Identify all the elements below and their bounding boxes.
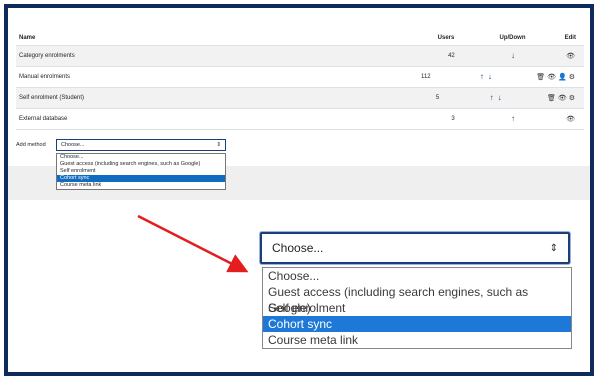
- updown-cell: ↑: [461, 115, 565, 123]
- method-users-count: 3: [451, 116, 455, 122]
- add-method-label: Add method: [16, 142, 46, 148]
- header-name: Name: [19, 34, 36, 41]
- trash-icon[interactable]: 🗑: [536, 74, 545, 81]
- option-choose[interactable]: Choose...: [57, 154, 225, 161]
- zoomed-add-method-select[interactable]: Choose... ⇕: [260, 232, 570, 264]
- updown-cell: ↑ ↓: [437, 73, 536, 81]
- select-caret-icon: ⇕: [549, 242, 558, 254]
- add-method-row: Add method: [16, 142, 50, 148]
- edit-cell: 👁: [565, 116, 584, 123]
- method-name: External database: [19, 116, 68, 122]
- edit-cell: 🗑 👁 ⚙: [546, 95, 584, 102]
- option-self-enrolment[interactable]: Self enrolment: [57, 168, 225, 175]
- table-row: Self enrolment (Student) 5 ↑ ↓ 🗑 👁 ⚙: [16, 88, 584, 109]
- table-row: Category enrolments 42 ↓ 👁: [16, 46, 584, 67]
- updown-cell: ↓: [461, 52, 565, 60]
- method-name: Category enrolments: [19, 53, 75, 59]
- trash-icon[interactable]: 🗑: [547, 95, 556, 102]
- option-guest-access-including-search-engines-such-as-google[interactable]: Guest access (including search engines, …: [57, 161, 225, 168]
- screenshot-frame: Name Users Up/Down Edit Category enrolme…: [4, 4, 594, 376]
- header-updown: Up/Down: [499, 34, 526, 41]
- edit-cell: 🗑 👁 👤 ⚙: [535, 74, 584, 81]
- option-course-meta-link[interactable]: Course meta link: [57, 182, 225, 189]
- add-method-select[interactable]: Choose... ⇕: [56, 139, 226, 151]
- updown-cell: ↑ ↓: [445, 94, 546, 102]
- table-header: Name Users Up/Down Edit: [16, 30, 584, 46]
- user-icon[interactable]: 👤: [558, 74, 567, 81]
- move-up-icon[interactable]: ↑: [490, 94, 494, 102]
- table-row: External database 3 ↑ 👁: [16, 109, 584, 130]
- eye-icon[interactable]: 👁: [566, 116, 575, 123]
- option-guest-access-including-search-engines-such-as-google[interactable]: Guest access (including search engines, …: [263, 284, 571, 315]
- enrolment-methods-table: Name Users Up/Down Edit Category enrolme…: [16, 30, 584, 130]
- method-name: Self enrolment (Student): [19, 95, 85, 101]
- option-cohort-sync[interactable]: Cohort sync: [57, 175, 225, 182]
- zoomed-add-method-options: Choose... Guest access (including search …: [262, 267, 572, 349]
- gear-icon[interactable]: ⚙: [569, 95, 575, 102]
- add-method-select-value: Choose...: [61, 142, 85, 148]
- eye-icon[interactable]: 👁: [547, 74, 556, 81]
- method-users-count: 5: [435, 95, 440, 101]
- header-edit: Edit: [564, 34, 576, 41]
- eye-icon[interactable]: 👁: [558, 95, 567, 102]
- eye-icon[interactable]: 👁: [566, 53, 575, 60]
- table-row: Manual enrolments 112 ↑ ↓ 🗑 👁 👤 ⚙: [16, 67, 584, 88]
- move-down-icon[interactable]: ↓: [498, 94, 502, 102]
- method-name: Manual enrolments: [19, 74, 71, 80]
- header-users: Users: [437, 34, 455, 41]
- gear-icon[interactable]: ⚙: [569, 74, 575, 81]
- move-down-icon[interactable]: ↓: [511, 52, 515, 60]
- move-up-icon[interactable]: ↑: [480, 73, 484, 81]
- option-choose[interactable]: Choose...: [263, 268, 571, 284]
- method-users-count: 42: [448, 53, 455, 59]
- select-caret-icon: ⇕: [216, 142, 221, 148]
- move-down-icon[interactable]: ↓: [488, 73, 492, 81]
- add-method-options: Choose... Guest access (including search …: [56, 153, 226, 190]
- option-self-enrolment[interactable]: Self enrolment: [263, 300, 571, 316]
- method-users-count: 112: [421, 74, 431, 80]
- zoomed-select-value: Choose...: [272, 241, 324, 255]
- option-cohort-sync[interactable]: Cohort sync: [263, 316, 571, 332]
- option-course-meta-link[interactable]: Course meta link: [263, 332, 571, 348]
- move-up-icon[interactable]: ↑: [511, 115, 515, 123]
- edit-cell: 👁: [565, 53, 584, 60]
